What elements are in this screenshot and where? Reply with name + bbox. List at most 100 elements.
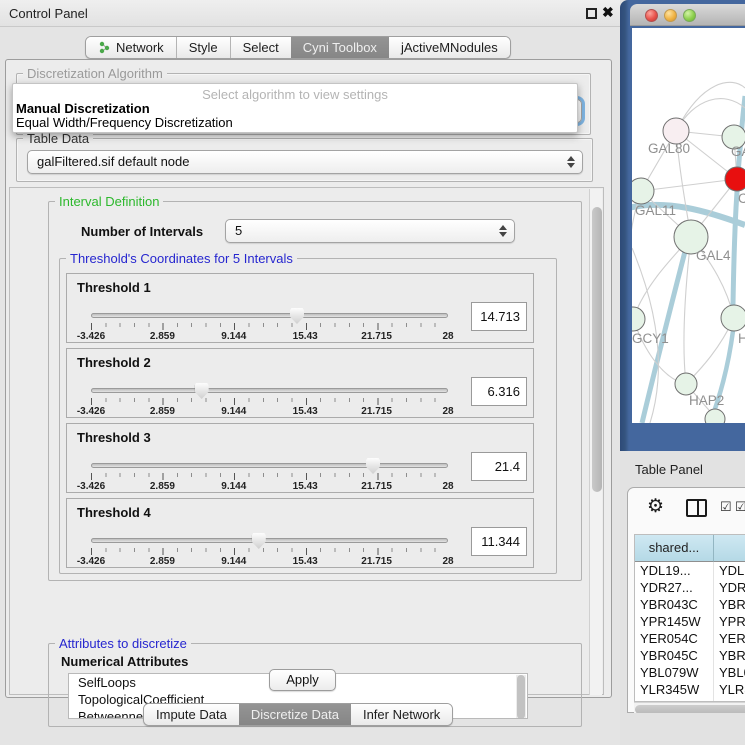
tab-jactivemnodules[interactable]: jActiveMNodules: [389, 37, 510, 58]
attributes-group-label: Attributes to discretize: [55, 636, 191, 651]
threshold-2-value-field[interactable]: 6.316: [471, 377, 527, 406]
zoom-traffic-light[interactable]: [683, 9, 696, 22]
node-gcy1[interactable]: [632, 307, 645, 331]
threshold-1-value-field[interactable]: 14.713: [471, 302, 527, 331]
cell-shared-name: YBR043C: [640, 597, 698, 612]
float-window-icon[interactable]: [586, 8, 597, 19]
dropdown-placeholder-option[interactable]: Select algorithm to view settings: [13, 87, 577, 102]
threshold-4-panel: Threshold 4 -3.426 2.859 9.144: [66, 498, 534, 568]
node-label: GAL4: [696, 248, 731, 263]
tick-label: 2.859: [150, 481, 175, 492]
node-right[interactable]: [721, 305, 745, 331]
tick-label: 15.43: [293, 481, 318, 492]
cell-name: YBR0: [719, 648, 745, 663]
slider-thumb[interactable]: [290, 308, 304, 324]
settings-scrollbar-thumb[interactable]: [592, 207, 602, 492]
table-row[interactable]: YBL079W YBL0: [635, 664, 745, 681]
threshold-3-value-field[interactable]: 21.4: [471, 452, 527, 481]
combo-arrows-icon: [566, 155, 575, 169]
tick-label: 21.715: [361, 406, 392, 417]
table-data-combobox[interactable]: galFiltered.sif default node: [27, 150, 583, 174]
node-hap2[interactable]: [675, 373, 697, 395]
columns-icon[interactable]: [686, 499, 707, 517]
close-icon[interactable]: ✖: [602, 4, 614, 21]
tab-impute-data-label: Impute Data: [156, 707, 227, 722]
tick-label: 28: [442, 481, 453, 492]
tab-style[interactable]: Style: [176, 37, 230, 58]
cell-name: YBR0: [719, 597, 745, 612]
table-panel-title: Table Panel: [635, 462, 703, 477]
node-label: GAL80: [648, 141, 690, 156]
network-window-titlebar[interactable]: [630, 4, 745, 26]
tick-label: -3.426: [77, 331, 105, 342]
table-panel-body: ⚙ ☑ ☑ shared... na YDL19... YDL1 YDR27..…: [627, 487, 745, 713]
table-data-label: Table Data: [23, 131, 93, 146]
dropdown-option-equal-width-frequency[interactable]: Equal Width/Frequency Discretization: [16, 115, 233, 130]
checkbox-icon[interactable]: ☑: [735, 499, 745, 515]
node-label: GCY1: [632, 331, 669, 346]
minimize-traffic-light[interactable]: [664, 9, 677, 22]
threshold-4-slider[interactable]: -3.426 2.859 9.144 15.43 21.715 28: [91, 533, 448, 567]
threshold-2-slider[interactable]: -3.426 2.859 9.144 15.43 21.715 28: [91, 383, 448, 417]
threshold-3-panel: Threshold 3 -3.426 2.859 9.144: [66, 423, 534, 493]
tab-select[interactable]: Select: [230, 37, 291, 58]
tick-label: -3.426: [77, 556, 105, 567]
gear-icon[interactable]: ⚙: [647, 495, 664, 518]
nodes: [632, 118, 745, 423]
numerical-attributes-label: Numerical Attributes: [61, 654, 188, 669]
table-row[interactable]: YPR145W YPR1: [635, 613, 745, 630]
slider-thumb[interactable]: [366, 458, 380, 474]
column-header-shared-name[interactable]: shared...: [635, 535, 714, 562]
column-header-name[interactable]: na: [714, 535, 745, 562]
slider-track[interactable]: [91, 388, 448, 393]
apply-button[interactable]: Apply: [269, 669, 336, 691]
node-red[interactable]: [725, 167, 745, 191]
thresholds-group-label: Threshold's Coordinates for 5 Intervals: [66, 251, 297, 266]
network-view-window: GAL80 GA GAL11 C GAL4 GCY1 H HAP2: [620, 0, 745, 451]
table-row[interactable]: YLR345W YLR3: [635, 681, 745, 698]
tab-infer-network[interactable]: Infer Network: [351, 704, 452, 725]
tab-jactivemnodules-label: jActiveMNodules: [401, 40, 498, 55]
tab-cyni-toolbox[interactable]: Cyni Toolbox: [291, 37, 389, 58]
dropdown-option-manual-discretization[interactable]: Manual Discretization: [16, 101, 150, 116]
slider-thumb[interactable]: [252, 533, 266, 549]
table-panel-header: Table Panel: [620, 451, 745, 487]
threshold-4-value-field[interactable]: 11.344: [471, 527, 527, 556]
list-scrollbar-thumb[interactable]: [517, 675, 525, 719]
table-row[interactable]: YDL19... YDL1: [635, 562, 745, 579]
tab-discretize-data[interactable]: Discretize Data: [239, 704, 351, 725]
network-icon: [98, 41, 111, 54]
cyni-toolbox-panel: Discretization Algorithm Table Data galF…: [5, 59, 612, 698]
cell-shared-name: YBR045C: [640, 648, 698, 663]
threshold-3-slider[interactable]: -3.426 2.859 9.144 15.43 21.715 28: [91, 458, 448, 492]
tab-impute-data[interactable]: Impute Data: [144, 704, 239, 725]
node-bottom[interactable]: [705, 409, 725, 423]
network-canvas[interactable]: GAL80 GA GAL11 C GAL4 GCY1 H HAP2: [632, 28, 745, 423]
slider-track[interactable]: [91, 313, 448, 318]
slider-thumb[interactable]: [195, 383, 209, 399]
tick-label: 15.43: [293, 556, 318, 567]
threshold-2-panel: Threshold 2 -3.426 2.859 9.144: [66, 348, 534, 418]
cell-shared-name: YER054C: [640, 631, 698, 646]
cell-name: YDL1: [719, 563, 745, 578]
settings-vertical-scrollbar[interactable]: [589, 189, 602, 695]
table-data-value: galFiltered.sif default node: [37, 154, 189, 169]
table-row[interactable]: YDR27... YDR2: [635, 579, 745, 596]
threshold-1-label: Threshold 1: [77, 280, 151, 295]
table-row[interactable]: YER054C YER0: [635, 630, 745, 647]
table-row[interactable]: YBR043C YBR0: [635, 596, 745, 613]
threshold-1-slider[interactable]: -3.426 2.859 9.144 15.43 21.715 28: [91, 308, 448, 342]
table-row[interactable]: YBR045C YBR0: [635, 647, 745, 664]
number-of-intervals-value: 5: [235, 223, 242, 238]
node-gal11[interactable]: [632, 178, 654, 204]
slider-track[interactable]: [91, 538, 448, 543]
tick-label: 28: [442, 331, 453, 342]
slider-track[interactable]: [91, 463, 448, 468]
list-scrollbar[interactable]: [516, 675, 526, 719]
tab-network[interactable]: Network: [86, 37, 176, 58]
checkbox-icon[interactable]: ☑: [720, 499, 732, 515]
slider-major-ticks: [91, 473, 449, 480]
number-of-intervals-combobox[interactable]: 5: [225, 219, 515, 243]
close-traffic-light[interactable]: [645, 9, 658, 22]
node-label: H: [738, 331, 745, 346]
